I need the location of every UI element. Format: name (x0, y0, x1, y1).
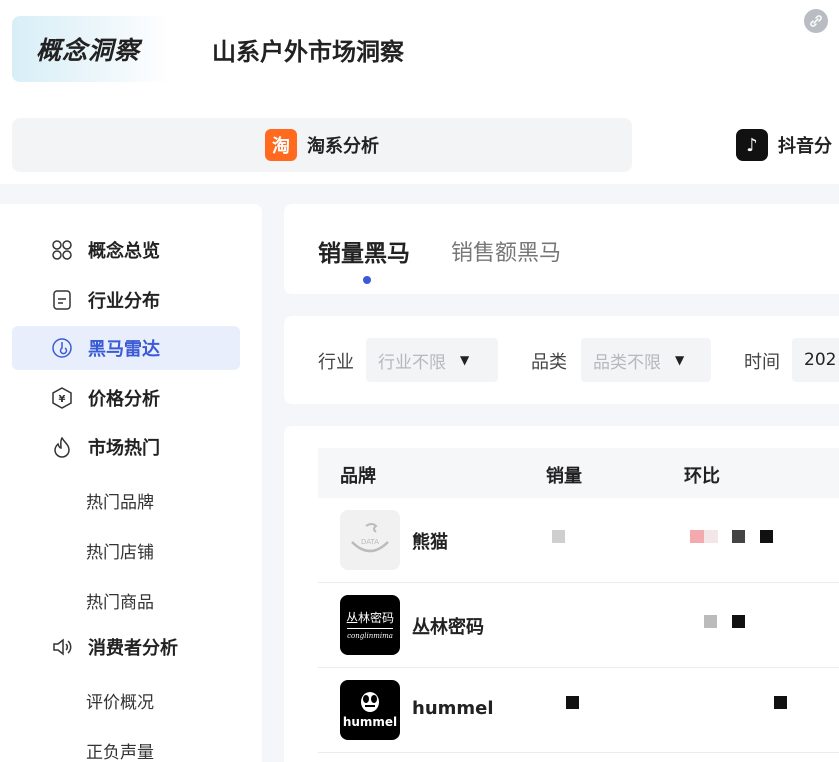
caret-down-icon: ▼ (460, 353, 470, 367)
time-label: 时间 (744, 352, 780, 373)
column-header-brand[interactable]: 品牌 (340, 462, 376, 488)
redacted-value (552, 530, 565, 543)
brand-name: 丛林密码 (412, 617, 484, 638)
sidebar-item-label: 黑马雷达 (88, 339, 160, 360)
sidebar-subitem-hot-products[interactable]: 热门商品 (86, 588, 154, 613)
table-row[interactable]: DATA 熊猫 (318, 498, 839, 583)
active-tab-indicator (363, 276, 371, 284)
grid-icon (50, 238, 74, 262)
caret-down-icon: ▼ (675, 353, 685, 367)
logo-divider (347, 627, 393, 629)
category-select[interactable]: 品类不限 ▼ (581, 338, 711, 382)
sidebar-item-price[interactable]: ¥ 价格分析 (12, 376, 240, 420)
flame-icon (50, 435, 74, 459)
sidebar-item-label: 消费者分析 (88, 638, 178, 659)
table-header: 品牌 销量 环比 (318, 448, 839, 498)
yuan-shield-icon: ¥ (50, 386, 74, 410)
sidebar-item-label: 行业分布 (88, 291, 160, 312)
brand-logo-subtext: conglinmima (347, 631, 393, 640)
brand-logo-conglinmima: 丛林密码 conglinmima (340, 595, 400, 655)
industry-select-value: 行业不限 (378, 352, 446, 373)
tab-amount-darkhorse[interactable]: 销售额黑马 (451, 235, 561, 267)
sidebar-item-overview[interactable]: 概念总览 (12, 228, 240, 272)
redacted-value (774, 696, 787, 709)
brand-logo-hummel: hummel (340, 680, 400, 740)
sidebar-item-label: 价格分析 (88, 389, 160, 410)
redacted-value (690, 530, 704, 543)
sidebar: 概念总览 行业分布 黑马雷达 ¥ 价格分析 市场热门 热门品牌 热门店铺 热门商… (0, 204, 262, 762)
top-header: 概念洞察 山系户外市场洞察 (0, 0, 839, 106)
brand-logo-panda: DATA (340, 510, 400, 570)
redacted-value (732, 530, 745, 543)
platform-tab-label: 抖音分 (778, 136, 832, 157)
redacted-value (704, 615, 717, 628)
logo[interactable]: 概念洞察 (12, 16, 170, 82)
darkhorse-table: 品牌 销量 环比 DATA 熊猫 丛林密码 conglinmima 丛林密码 h… (284, 426, 839, 762)
redacted-value (704, 530, 718, 543)
category-label: 品类 (531, 352, 567, 373)
platform-tab-taobao[interactable]: 淘 淘系分析 (12, 118, 632, 172)
platform-bar: 淘 淘系分析 ♪ 抖音分 (0, 106, 839, 184)
time-select[interactable]: 202 (792, 338, 839, 382)
brand-name: 熊猫 (412, 532, 448, 553)
redacted-value (760, 530, 773, 543)
sidebar-item-consumer[interactable]: 消费者分析 (12, 625, 240, 669)
table-row[interactable]: hummel hummel (318, 668, 839, 753)
taobao-icon: 淘 (265, 129, 297, 161)
sidebar-subitem-reviews[interactable]: 评价概况 (86, 688, 154, 713)
page-title: 山系户外市场洞察 (212, 38, 404, 66)
platform-tab-douyin[interactable]: ♪ 抖音分 (736, 118, 832, 172)
column-header-sales[interactable]: 销量 (546, 462, 582, 488)
sidebar-subitem-hot-brands[interactable]: 热门品牌 (86, 488, 154, 513)
time-select-value: 202 (804, 350, 837, 370)
speaker-icon (50, 635, 74, 659)
table-row[interactable]: 丛林密码 conglinmima 丛林密码 (318, 583, 839, 668)
filter-bar: 行业 行业不限 ▼ 品类 品类不限 ▼ 时间 202 (284, 316, 839, 404)
sidebar-item-label: 市场热门 (88, 438, 160, 459)
brand-logo-text: 丛林密码 (345, 610, 394, 625)
column-header-mom[interactable]: 环比 (684, 462, 720, 488)
tab-sales-darkhorse[interactable]: 销量黑马 (318, 234, 410, 268)
sidebar-subitem-sentiment[interactable]: 正负声量 (86, 738, 154, 762)
redacted-value (732, 615, 745, 628)
industry-select[interactable]: 行业不限 ▼ (366, 338, 498, 382)
sidebar-item-market[interactable]: 市场热门 (12, 425, 240, 469)
sidebar-item-radar[interactable]: 黑马雷达 (12, 326, 240, 370)
sidebar-subitem-hot-shops[interactable]: 热门店铺 (86, 538, 154, 563)
ranking-tabs: 销量黑马 销售额黑马 (284, 204, 839, 294)
sidebar-item-label: 概念总览 (88, 241, 160, 262)
brand-name: hummel (412, 698, 494, 719)
brand-logo-text: hummel (342, 715, 398, 729)
category-select-value: 品类不限 (593, 352, 661, 373)
industry-label: 行业 (318, 352, 354, 373)
platform-tab-label: 淘系分析 (307, 136, 379, 157)
brand-logo-text: DATA (361, 538, 379, 546)
link-icon[interactable] (804, 9, 828, 33)
logo-text: 概念洞察 (36, 36, 141, 65)
radar-icon (50, 336, 74, 360)
document-icon (50, 288, 74, 312)
bee-icon (361, 692, 379, 712)
douyin-icon: ♪ (736, 129, 768, 161)
svg-text:¥: ¥ (59, 394, 66, 405)
sidebar-item-industry[interactable]: 行业分布 (12, 278, 240, 322)
redacted-value (566, 696, 579, 709)
